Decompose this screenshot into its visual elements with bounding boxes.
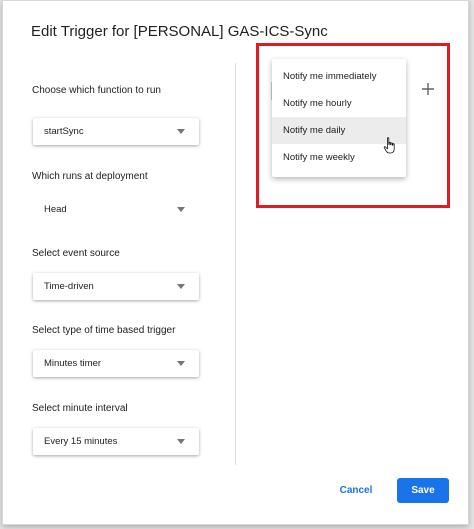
deployment-select[interactable]: Head [33, 196, 199, 223]
column-divider [235, 63, 236, 465]
event-source-select[interactable]: Time-driven [33, 273, 199, 300]
interval-select[interactable]: Every 15 minutes [33, 428, 199, 455]
function-select[interactable]: startSync [33, 118, 199, 145]
deployment-label: Which runs at deployment [32, 171, 148, 182]
notification-menu: Notify me immediately Notify me hourly N… [272, 59, 406, 177]
dropdown-arrow-icon [177, 361, 185, 366]
trigger-type-select[interactable]: Minutes timer [33, 350, 199, 377]
function-select-value: startSync [44, 126, 84, 137]
menu-item-notify-hourly[interactable]: Notify me hourly [272, 90, 406, 117]
dropdown-arrow-icon [177, 439, 185, 444]
event-source-label: Select event source [32, 248, 120, 259]
trigger-type-select-value: Minutes timer [44, 358, 102, 369]
hand-cursor-icon [383, 137, 395, 154]
trigger-type-label: Select type of time based trigger [32, 325, 176, 336]
event-source-select-value: Time-driven [44, 281, 94, 292]
function-label: Choose which function to run [32, 85, 161, 96]
menu-item-notify-immediately[interactable]: Notify me immediately [272, 63, 406, 90]
deployment-select-value: Head [44, 204, 67, 215]
save-button[interactable]: Save [397, 478, 449, 503]
interval-label: Select minute interval [32, 403, 128, 414]
dropdown-arrow-icon [177, 129, 185, 134]
dropdown-arrow-icon [177, 284, 185, 289]
cancel-button[interactable]: Cancel [331, 479, 381, 503]
edit-trigger-dialog: Edit Trigger for [PERSONAL] GAS-ICS-Sync… [2, 0, 469, 525]
interval-select-value: Every 15 minutes [44, 436, 118, 447]
dropdown-arrow-icon [177, 207, 185, 212]
dialog-title: Edit Trigger for [PERSONAL] GAS-ICS-Sync [31, 23, 328, 40]
